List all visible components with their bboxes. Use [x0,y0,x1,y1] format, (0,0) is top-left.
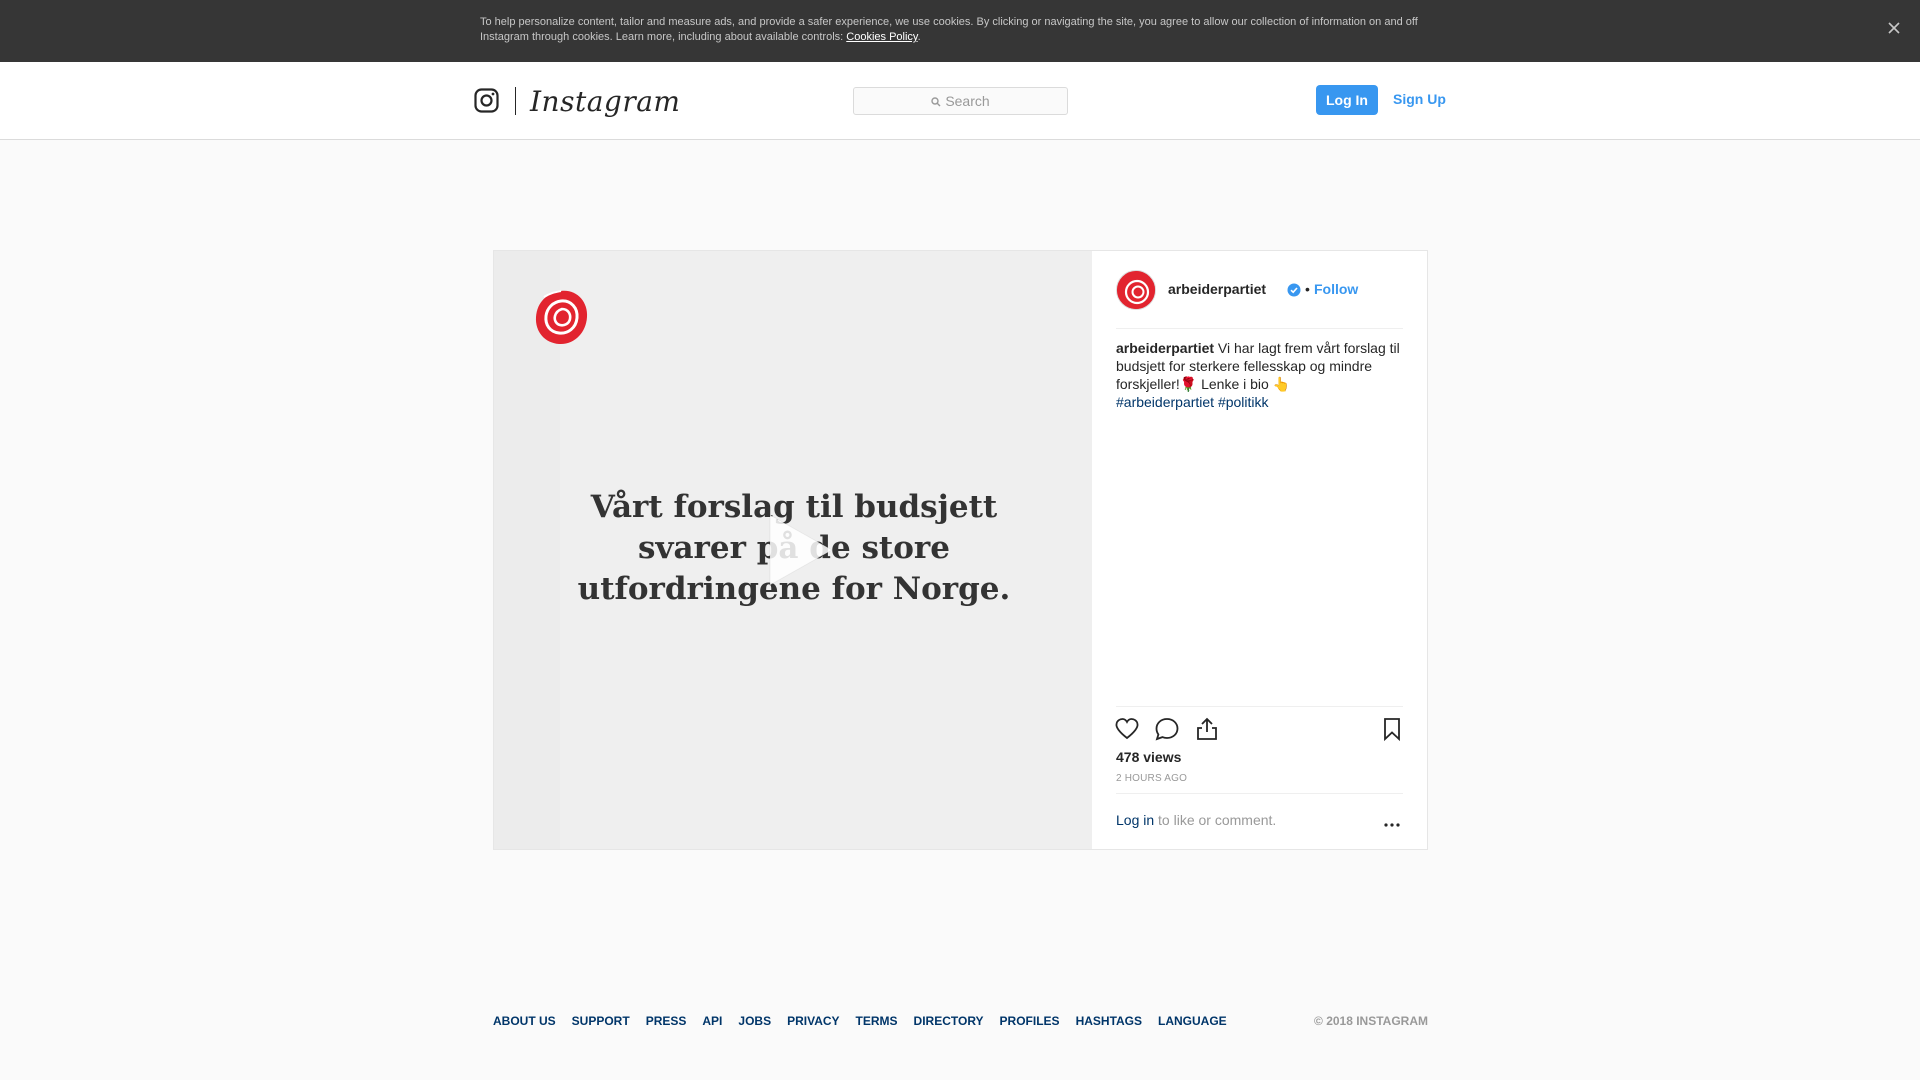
footer-link-jobs[interactable]: JOBS [738,1013,771,1029]
post-header: arbeiderpartiet • Follow [1116,251,1403,329]
cookies-policy-link[interactable]: Cookies Policy [846,31,917,43]
actions-divider [1116,706,1403,707]
heart-icon[interactable] [1114,716,1140,742]
comment-icon[interactable] [1154,716,1180,742]
cookie-banner: To help personalize content, tailor and … [0,0,1920,62]
footer-link-api[interactable]: API [702,1013,722,1029]
footer: ABOUT US SUPPORT PRESS API JOBS PRIVACY … [493,1013,1428,1033]
close-icon[interactable] [1882,16,1906,40]
comment-prompt-text: to like or comment. [1154,812,1277,828]
hashtag-link[interactable]: #arbeiderpartiet [1116,394,1214,410]
footer-link-privacy[interactable]: PRIVACY [787,1013,839,1029]
cookie-text: To help personalize content, tailor and … [480,15,1440,45]
signup-link[interactable]: Sign Up [1393,89,1446,109]
nav-divider [515,87,516,115]
post-video[interactable]: Vårt forslag til budsjett svarer på de s… [494,251,1092,849]
top-navigation: Instagram Search Log In Sign Up [0,62,1920,140]
more-options-icon[interactable] [1383,817,1401,827]
dot-separator: • [1305,281,1310,297]
footer-links: ABOUT US SUPPORT PRESS API JOBS PRIVACY … [493,1013,1227,1029]
footer-link-language[interactable]: LANGUAGE [1158,1013,1227,1029]
avatar[interactable] [1116,270,1156,310]
footer-link-terms[interactable]: TERMS [856,1013,898,1029]
hashtag-link[interactable]: #politikk [1218,394,1269,410]
cookie-suffix: . [917,31,921,43]
post-card: Vårt forslag til budsjett svarer på de s… [493,250,1428,850]
verified-badge-icon [1287,283,1301,297]
post-timestamp: 2 HOURS AGO [1116,773,1188,784]
post-caption: arbeiderpartiet Vi har lagt frem vårt fo… [1116,339,1406,411]
login-to-comment-link[interactable]: Log in [1116,812,1154,828]
share-icon[interactable] [1194,716,1220,742]
footer-link-support[interactable]: SUPPORT [572,1013,630,1029]
copyright: © 2018 INSTAGRAM [1314,1014,1428,1028]
follow-button[interactable]: Follow [1314,280,1358,298]
footer-link-press[interactable]: PRESS [646,1013,687,1029]
view-count[interactable]: 478 views [1116,748,1181,766]
comment-divider [1116,793,1403,794]
cookie-message: To help personalize content, tailor and … [480,16,1418,43]
author-username[interactable]: arbeiderpartiet [1168,280,1266,298]
search-placeholder: Search [945,93,990,109]
footer-link-directory[interactable]: DIRECTORY [914,1013,984,1029]
search-icon [931,89,941,107]
instagram-wordmark[interactable]: Instagram [530,82,680,122]
comment-prompt: Log in to like or comment. [1116,811,1276,829]
post-sidebar: arbeiderpartiet • Follow arbeiderpartiet… [1092,251,1427,849]
rose-logo-icon [532,287,590,349]
bookmark-icon[interactable] [1379,716,1405,742]
login-button[interactable]: Log In [1316,85,1378,115]
search-input[interactable]: Search [853,87,1068,115]
play-icon[interactable] [764,511,836,589]
caption-username[interactable]: arbeiderpartiet [1116,340,1214,356]
footer-link-hashtags[interactable]: HASHTAGS [1076,1013,1142,1029]
footer-link-profiles[interactable]: PROFILES [1000,1013,1060,1029]
instagram-camera-icon[interactable] [474,88,499,113]
footer-link-about-us[interactable]: ABOUT US [493,1013,556,1029]
